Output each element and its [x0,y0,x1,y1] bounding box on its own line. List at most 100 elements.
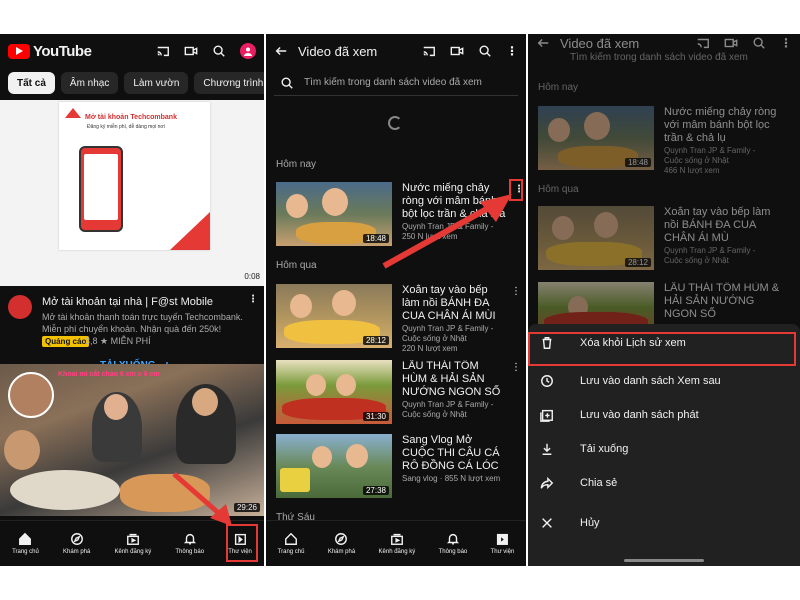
chip-all[interactable]: Tất cả [8,72,55,94]
nav-home[interactable]: Trang chủ [12,532,39,555]
bottom-nav: Trang chủ Khám phá Kênh đăng ký Thông bá… [266,520,526,566]
home-screen: YouTube Tất cả Âm nhạc Làm vườn Chương t… [0,34,264,566]
menu-item-label: Chia sẻ [580,477,618,489]
section-yesterday: Hôm qua [276,260,317,271]
video-meta: Quynh Tran JP & Family - Cuộc sống ở Nhật… [402,324,512,354]
history-row[interactable]: 28:12 Xoắn tay vào bếp làm nồi BÁNH ĐA C… [276,284,521,353]
back-arrow-icon [537,39,549,47]
menu-item-label: Hủy [580,517,600,529]
view-count: 250 N lượt xem [402,232,458,241]
more-options-icon[interactable]: ⋮ [506,44,518,58]
channel-subtitle: Cuộc sống ở Nhật [402,334,467,343]
dimmed-history-list: Video đã xem ⋮ Tìm kiếm trong danh sách … [528,34,800,346]
ad-thumbnail[interactable]: Mở tài khoản Techcombank Đăng ký miễn ph… [0,100,264,286]
video-thumbnail[interactable]: 28:12 [276,284,392,348]
menu-item-label: Lưu vào danh sách phát [580,409,699,421]
menu-item-cancel[interactable]: Hủy [528,506,800,540]
chip-gardening[interactable]: Làm vườn [124,72,189,94]
video-thumbnail[interactable]: 31:30 [276,360,392,424]
video-thumbnail[interactable]: 18:48 [276,182,392,246]
ad-creative: Mở tài khoản Techcombank Đăng ký miễn ph… [59,102,210,250]
playlist-add-icon [540,409,553,422]
loading-spinner-icon [388,116,402,130]
chip-shows[interactable]: Chương trình n [194,72,264,94]
nav-notifications[interactable]: Thông báo [438,532,468,555]
camera-icon [724,38,738,48]
chip-music[interactable]: Âm nhạc [60,72,119,94]
nav-subscriptions[interactable]: Kênh đăng ký [115,532,151,555]
search-icon [753,37,765,49]
back-arrow-icon[interactable] [274,44,288,58]
youtube-logo[interactable]: YouTube [8,43,92,60]
channel-subtitle: Cuộc sống ở Nhật [402,410,467,419]
search-icon[interactable] [478,44,492,58]
bell-icon [183,533,196,545]
video-thumbnail[interactable]: 27:38 [276,434,392,498]
video-meta: Quynh Tran JP & Family - Cuộc sống ở Nhật [402,400,512,420]
menu-item-label: Tải xuống [580,443,629,455]
thumbnail-overlay-text: Khoai mì cắt chảo 6 cm x 6 cm [58,371,160,378]
cast-icon[interactable] [156,44,170,58]
history-row[interactable]: 18:48 Nước miếng chảy ròng với mâm bánh … [276,182,521,246]
history-row[interactable]: 31:30 LẨU THÁI TÔM HÙM & HẢI SẢN NƯỚNG N… [276,360,521,424]
video-duration: 28:12 [624,258,651,267]
history-row[interactable]: 27:38 Sang Vlog Mở CUỘC THI CÂU CÁ RÔ ĐỒ… [276,434,521,498]
more-options-icon[interactable]: ⋮ [248,294,258,305]
search-icon[interactable] [212,44,226,58]
video-meta: Quynh Tran JP & Family - Cuộc sống ở Nhật [664,246,774,266]
advertiser-logo-icon[interactable] [8,295,32,319]
history-row: 28:12 Xoắn tay vào bếp làm nồi BÁNH ĐA C… [538,206,796,270]
ad-creative-subtitle: Đăng ký miễn phí, dễ dàng mọi nơi [87,124,165,130]
techcombank-logo-icon [65,108,81,118]
more-options-icon[interactable]: ⋮ [511,362,521,373]
video-duration: 27:38 [362,486,389,495]
search-placeholder: Tìm kiếm trong danh sách video đã xem [570,52,748,63]
nav-subscriptions-label: Kênh đăng ký [378,549,416,555]
compass-icon [335,533,348,545]
library-icon [497,533,509,545]
camera-icon[interactable] [450,44,464,58]
video-title: Nước miếng chảy ròng với mâm bánh bột lọ… [402,182,506,220]
video-title: LẨU THÁI TÔM HÙM & HẢI SẢN NƯỚNG NGON SỐ… [402,360,501,398]
bell-icon [446,533,459,545]
camera-icon[interactable] [184,44,198,58]
history-search-input[interactable]: Tìm kiếm trong danh sách video đã xem [274,70,518,96]
menu-item-download[interactable]: Tải xuống [528,432,800,466]
inset-avatar [8,372,54,418]
video-duration: 28:12 [362,336,389,345]
nav-library-label: Thư viện [490,549,515,555]
nav-notifications-label: Thông báo [438,549,468,555]
video-title: Sang Vlog Mở CUỘC THI CÂU CÁ RÔ ĐỒNG CÁ … [402,434,500,472]
history-menu-screen: Video đã xem ⋮ Tìm kiếm trong danh sách … [528,34,800,566]
nav-explore[interactable]: Khám phá [63,532,90,555]
sheet-handle [624,559,704,562]
avatar[interactable] [240,43,256,59]
nav-subscriptions[interactable]: Kênh đăng ký [378,532,416,555]
nav-library[interactable]: Thư viện [490,532,515,555]
nav-home[interactable]: Trang chủ [278,532,304,555]
channel-name: Quynh Tran JP & Family - [664,146,756,155]
nav-home-label: Trang chủ [12,549,39,555]
menu-item-watch-later[interactable]: Lưu vào danh sách Xem sau [528,364,800,398]
menu-item-save-to-playlist[interactable]: Lưu vào danh sách phát [528,398,800,432]
cast-icon[interactable] [422,44,436,58]
video-title: Xoắn tay vào bếp làm nồi BÁNH ĐA CUA CHÂ… [664,206,771,244]
menu-item-label: Lưu vào danh sách Xem sau [580,375,721,387]
video-duration: 18:48 [362,234,389,243]
more-options-icon[interactable]: ⋮ [511,286,521,297]
nav-notifications[interactable]: Thông báo [175,532,204,555]
chip-bar: Tất cả Âm nhạc Làm vườn Chương trình n [8,72,264,94]
channel-subtitle: Cuộc sống ở Nhật [664,256,729,265]
section-today: Hôm nay [538,82,579,93]
video-title: LẨU THÁI TÔM HÙM & HẢI SẢN NƯỚNG NGON SỐ [664,282,780,320]
subscriptions-icon [126,533,139,545]
nav-explore[interactable]: Khám phá [328,532,355,555]
channel-name: Sang vlog · 855 N lượt xem [402,474,501,483]
view-count: 466 N lượt xem [664,166,720,175]
video-thumbnail[interactable]: Khoai mì cắt chảo 6 cm x 6 cm 29:26 [0,364,264,516]
menu-item-share[interactable]: Chia sẻ [528,466,800,500]
ad-title[interactable]: Mở tài khoản tại nhà | F@st Mobile [42,296,213,308]
search-placeholder: Tìm kiếm trong danh sách video đã xem [304,77,482,88]
video-duration: 18:48 [624,158,651,167]
close-icon [542,518,552,528]
